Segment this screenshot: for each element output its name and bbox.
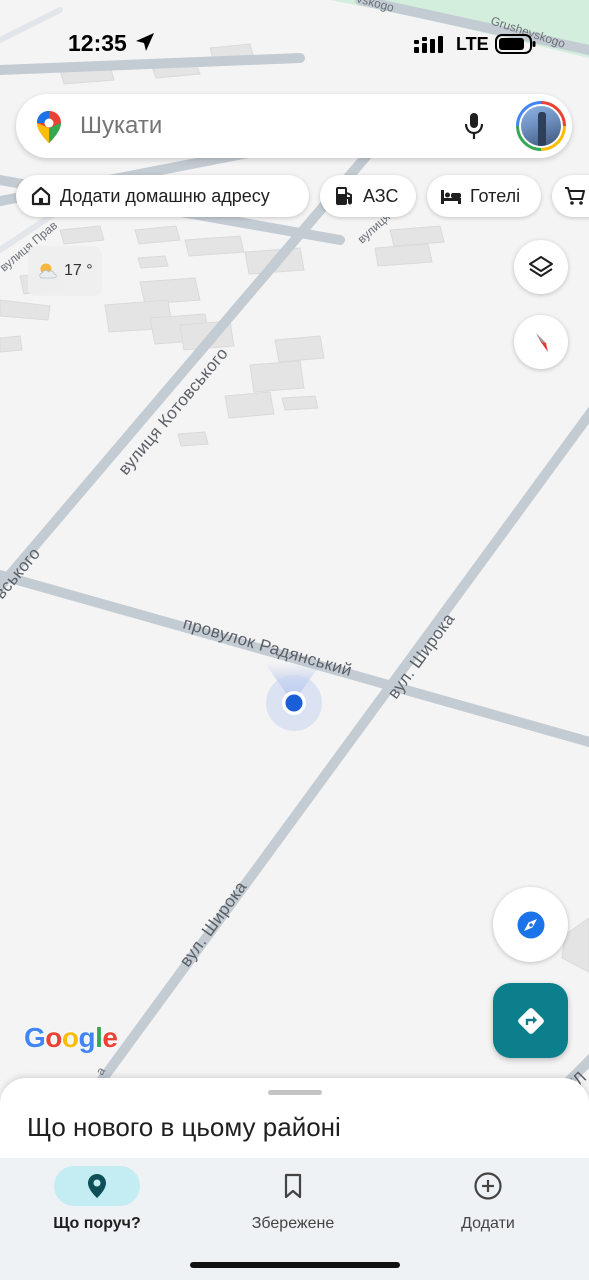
add-circle-icon bbox=[474, 1172, 502, 1200]
logo-letter: o bbox=[61, 1022, 79, 1053]
chip-shopping[interactable] bbox=[552, 175, 589, 217]
directions-button[interactable] bbox=[493, 983, 568, 1058]
weather-badge[interactable]: 17 ° bbox=[28, 246, 102, 296]
chip-hotels[interactable]: Готелі bbox=[427, 175, 541, 217]
status-time: 12:35 bbox=[68, 30, 127, 56]
compass-icon bbox=[536, 333, 548, 352]
place-pin-icon bbox=[88, 1174, 106, 1198]
tab-saved[interactable]: Збережене bbox=[213, 1158, 373, 1258]
partly-cloudy-icon bbox=[39, 263, 57, 279]
logo-letter: G bbox=[24, 1022, 46, 1053]
logo-letter: g bbox=[78, 1022, 96, 1053]
location-services-icon bbox=[136, 33, 154, 51]
tab-label-contribute: Додати bbox=[461, 1215, 515, 1232]
logo-letter: e bbox=[102, 1022, 118, 1053]
tab-label-explore: Що поруч? bbox=[53, 1215, 141, 1232]
logo-letter: o bbox=[45, 1022, 62, 1053]
bookmark-icon bbox=[284, 1173, 302, 1199]
account-avatar[interactable] bbox=[516, 101, 566, 151]
current-location-marker[interactable] bbox=[264, 662, 322, 731]
tab-label-saved: Збережене bbox=[251, 1215, 335, 1232]
navigation-compass-icon bbox=[517, 911, 544, 938]
weather-temperature: 17 ° bbox=[64, 262, 93, 279]
location-dot bbox=[285, 694, 303, 712]
search-input[interactable] bbox=[80, 94, 450, 158]
shopping-cart-icon bbox=[565, 187, 585, 205]
chip-label-gas: АЗС bbox=[363, 185, 399, 206]
road-label-kotovskogo: вулиця Котовського bbox=[115, 344, 232, 479]
sheet-title: Що нового в цьому районі bbox=[27, 1112, 341, 1142]
chip-label-hotels: Готелі bbox=[470, 185, 521, 206]
road-label-vskogo-left: вського bbox=[0, 544, 44, 603]
road-label-shyroka-upper: вул. Широка bbox=[384, 610, 459, 703]
cellular-signal-icon bbox=[414, 36, 443, 53]
microphone-icon[interactable] bbox=[464, 112, 484, 140]
google-logo: Google bbox=[24, 1022, 118, 1054]
google-maps-icon bbox=[37, 111, 61, 143]
battery-icon bbox=[495, 34, 536, 54]
tab-explore[interactable]: Що поруч? bbox=[17, 1158, 177, 1258]
compass-button[interactable] bbox=[514, 315, 568, 369]
road-label-shyroka-lower: вул. Широка bbox=[176, 878, 251, 971]
layers-icon bbox=[529, 256, 553, 277]
bed-icon bbox=[441, 190, 461, 204]
home-indicator[interactable] bbox=[190, 1262, 400, 1268]
gas-station-icon bbox=[336, 187, 352, 205]
road-label-radianskyi: провулок Радянський bbox=[181, 614, 354, 680]
tab-indicator bbox=[54, 1166, 140, 1206]
chip-gas-stations[interactable]: АЗС bbox=[320, 175, 416, 217]
network-type: LTE bbox=[456, 34, 489, 54]
tab-icon-wrap bbox=[250, 1166, 336, 1206]
tab-contribute[interactable]: Додати bbox=[408, 1158, 568, 1258]
directions-icon bbox=[517, 1007, 544, 1034]
sheet-drag-handle[interactable] bbox=[268, 1090, 322, 1095]
category-chips: Додати домашню адресу АЗС Готелі bbox=[16, 175, 589, 217]
layers-button[interactable] bbox=[514, 240, 568, 294]
avatar-image bbox=[519, 104, 563, 148]
chip-label-home: Додати домашню адресу bbox=[60, 185, 270, 206]
search-bar[interactable] bbox=[16, 94, 572, 158]
my-location-button[interactable] bbox=[493, 887, 568, 962]
status-bar: 12:35 LTE bbox=[0, 0, 589, 88]
tab-icon-wrap bbox=[445, 1166, 531, 1206]
chip-add-home-address[interactable]: Додати домашню адресу bbox=[16, 175, 309, 217]
home-icon bbox=[31, 186, 51, 206]
